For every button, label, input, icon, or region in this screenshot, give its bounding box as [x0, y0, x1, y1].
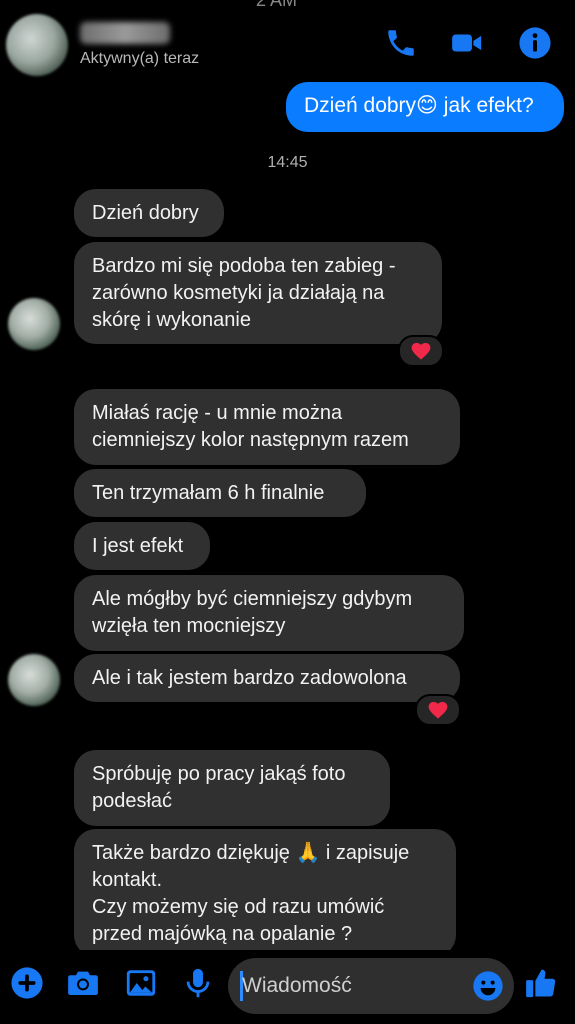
plus-icon[interactable]: [10, 966, 44, 1000]
incoming-message[interactable]: Bardzo mi się podoba ten zabieg - zarówn…: [74, 242, 442, 344]
info-icon[interactable]: [518, 26, 552, 60]
conversation-header: 2 AM Aktywny(a) teraz: [0, 0, 575, 88]
message-timestamp: 14:45: [267, 154, 308, 171]
incoming-message[interactable]: Ale mógłby być ciemniejszy gdybym wzięła…: [74, 575, 464, 651]
incoming-message[interactable]: Miałaś rację - u mnie można ciemniejszy …: [74, 389, 460, 465]
contact-avatar[interactable]: [8, 654, 60, 706]
heart-icon: [428, 701, 448, 719]
phone-icon[interactable]: [384, 26, 418, 60]
heart-reaction[interactable]: [415, 694, 461, 726]
incoming-message[interactable]: Dzień dobry: [74, 189, 224, 237]
microphone-icon[interactable]: [181, 966, 215, 1000]
message-input[interactable]: Wiadomość: [228, 958, 514, 1014]
incoming-message[interactable]: I jest efekt: [74, 522, 210, 570]
heart-icon: [411, 342, 431, 360]
status-bar-time: 2 AM: [256, 0, 298, 10]
message-input-placeholder: Wiadomość: [242, 974, 352, 997]
outgoing-message[interactable]: Dzień dobry😊 jak efekt?: [286, 82, 564, 132]
contact-name-blurred[interactable]: [80, 22, 170, 44]
emoji-icon[interactable]: [472, 970, 504, 1002]
contact-active-status: Aktywny(a) teraz: [80, 50, 200, 67]
incoming-message[interactable]: Ale i tak jestem bardzo zadowolona: [74, 654, 460, 702]
heart-reaction[interactable]: [398, 335, 444, 367]
image-icon[interactable]: [124, 966, 158, 1000]
contact-avatar[interactable]: [8, 298, 60, 350]
thumbs-up-icon[interactable]: [524, 966, 558, 1000]
incoming-message[interactable]: Ten trzymałam 6 h finalnie: [74, 469, 366, 517]
incoming-message[interactable]: Także bardzo dziękuję 🙏 i zapisuje konta…: [74, 829, 456, 957]
incoming-message[interactable]: Spróbuję po pracy jakąś foto podesłać: [74, 750, 390, 826]
camera-icon[interactable]: [66, 966, 100, 1000]
video-camera-icon[interactable]: [450, 26, 484, 60]
message-composer: Wiadomość: [0, 950, 575, 1024]
contact-avatar[interactable]: [6, 14, 68, 76]
